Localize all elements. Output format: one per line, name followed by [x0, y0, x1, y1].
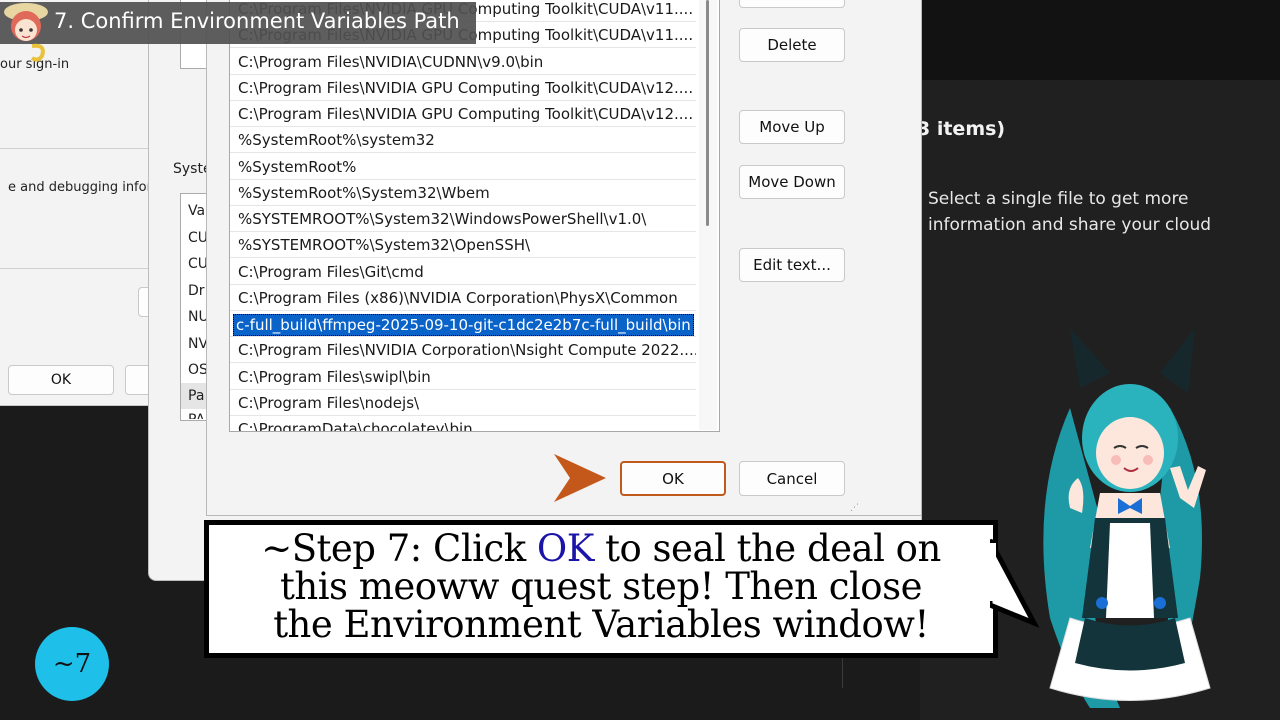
step-badge: ~7: [35, 627, 109, 701]
delete-button[interactable]: Delete: [739, 28, 845, 62]
path-row-label: %SYSTEMROOT%\System32\WindowsPowerShell\…: [238, 210, 647, 228]
path-row-label: %SystemRoot%\system32: [238, 131, 435, 150]
caption-line-1: ~Step 7: Click OK to seal the deal on: [261, 527, 941, 570]
path-row-label: C:\Program Files\Git\cmd: [238, 262, 424, 281]
path-row-label: C:\Program Files\NVIDIA\CUDNN\v9.0\bin: [238, 52, 544, 71]
caption-text: ~Step 7: Click OK to seal the deal on th…: [214, 530, 988, 644]
system-variable-row[interactable]: Pa: [188, 388, 204, 404]
path-row[interactable]: %SYSTEMROOT%\System32\OpenSSH\: [230, 232, 696, 259]
left-debug-text: e and debugging inform: [8, 180, 158, 195]
path-row[interactable]: %SystemRoot%\system32: [230, 127, 696, 154]
system-variable-row[interactable]: Dr: [188, 283, 205, 299]
scrollbar-thumb[interactable]: [706, 0, 709, 226]
path-row[interactable]: C:\Program Files\NVIDIA\CUDNN\v9.0\bin: [230, 49, 696, 75]
system-variable-row[interactable]: Va: [188, 203, 205, 219]
divider: [0, 148, 150, 149]
ok-button[interactable]: OK: [620, 461, 726, 496]
path-row-label: C:\Program Files\swipl\bin: [238, 367, 431, 386]
caption-ok-highlight: OK: [536, 527, 594, 570]
explorer-selection-heading: 3 items): [917, 118, 1006, 140]
caption-line-2: this meoww quest step! Then close: [280, 565, 922, 608]
path-row[interactable]: %SystemRoot%\System32\Wbem: [230, 180, 696, 206]
page-title: 7. Confirm Environment Variables Path: [54, 9, 460, 33]
path-row-label: %SystemRoot%: [238, 157, 357, 176]
resize-grip-icon[interactable]: ⋰: [850, 503, 859, 513]
path-row[interactable]: C:\Program Files\nodejs\: [230, 390, 696, 416]
divider: [0, 268, 150, 269]
system-variable-row[interactable]: OS: [188, 362, 208, 378]
move-up-button[interactable]: Move Up: [739, 110, 845, 144]
new-button[interactable]: [739, 0, 845, 8]
vtuber-character-icon: [1043, 328, 1211, 708]
left-ok-button[interactable]: OK: [8, 365, 114, 395]
path-row-label: %SYSTEMROOT%\System32\OpenSSH\: [238, 236, 531, 255]
path-edit-field[interactable]: c-full_build\ffmpeg-2025-09-10-git-c1dc2…: [233, 313, 694, 336]
path-row[interactable]: %SystemRoot%: [230, 154, 696, 180]
path-row[interactable]: C:\Program Files\NVIDIA GPU Computing To…: [230, 101, 696, 127]
path-row-label: C:\Program Files\NVIDIA GPU Computing To…: [238, 78, 694, 97]
system-variable-row[interactable]: PA: [188, 413, 205, 419]
explorer-details-message: Select a single file to get more informa…: [928, 189, 1212, 242]
path-row-label: C:\Program Files\nodejs\: [238, 393, 420, 412]
path-row[interactable]: C:\Program Files\swipl\bin: [230, 364, 696, 390]
move-down-button[interactable]: Move Down: [739, 165, 845, 199]
path-entries-list[interactable]: C:\Program Files\NVIDIA GPU Computing To…: [229, 0, 720, 432]
path-row[interactable]: C:\Program Files\NVIDIA GPU Computing To…: [230, 75, 696, 101]
path-row-label: C:\ProgramData\chocolatey\bin: [238, 420, 473, 432]
path-row-selected[interactable]: c-full_build\ffmpeg-2025-09-10-git-c1dc2…: [230, 311, 696, 337]
avatar-icon: [4, 3, 48, 62]
path-row-label: C:\Program Files\NVIDIA Corporation\Nsig…: [238, 341, 696, 360]
edit-text-button[interactable]: Edit text...: [739, 248, 845, 282]
caption-line-3: the Environment Variables window!: [273, 603, 929, 646]
path-row[interactable]: C:\Program Files\NVIDIA Corporation\Nsig…: [230, 337, 696, 364]
cancel-button[interactable]: Cancel: [739, 461, 845, 496]
path-row[interactable]: %SYSTEMROOT%\System32\WindowsPowerShell\…: [230, 206, 696, 232]
path-row-label: C:\Program Files (x86)\NVIDIA Corporatio…: [238, 288, 678, 307]
arrow-pointer-icon: [554, 454, 606, 502]
path-row[interactable]: C:\Program Files (x86)\NVIDIA Corporatio…: [230, 285, 696, 311]
path-row[interactable]: C:\Program Files\Git\cmd: [230, 259, 696, 285]
path-row-label: %SystemRoot%\System32\Wbem: [238, 183, 490, 202]
explorer-toolbar-area: [920, 0, 1280, 80]
path-row-label: C:\Program Files\NVIDIA GPU Computing To…: [238, 105, 694, 123]
path-row[interactable]: C:\ProgramData\chocolatey\bin: [230, 416, 696, 432]
